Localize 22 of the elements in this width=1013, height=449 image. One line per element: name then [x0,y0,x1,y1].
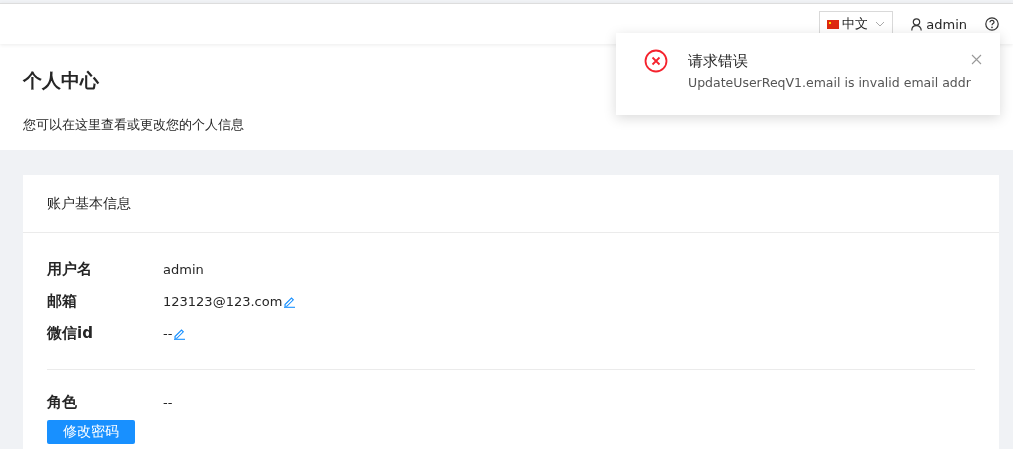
edit-icon[interactable] [173,326,187,340]
flag-icon [827,19,840,29]
field-value: -- [163,394,173,410]
page-title: 个人中心 [23,68,99,93]
help-icon[interactable] [985,17,999,31]
notification-title: 请求错误 [688,51,749,72]
field-value: admin [163,261,204,277]
page-subtitle: 您可以在这里查看或更改您的个人信息 [23,116,244,134]
error-icon [644,49,668,73]
user-icon [911,17,923,31]
field-label: 用户名 [47,259,93,279]
edit-icon[interactable] [283,294,297,308]
field-label: 邮箱 [47,291,78,311]
field-label: 微信id [47,323,94,343]
field-value: 123123@123.com [163,293,283,309]
close-icon[interactable] [970,54,982,65]
field-value: -- [163,325,173,341]
card-title: 账户基本信息 [23,175,999,233]
field-label: 角色 [47,392,78,412]
user-menu[interactable]: admin [911,16,967,32]
caret-icon [875,21,886,27]
notification-message: UpdateUserReqV1.email is invalid email addr [688,75,971,90]
